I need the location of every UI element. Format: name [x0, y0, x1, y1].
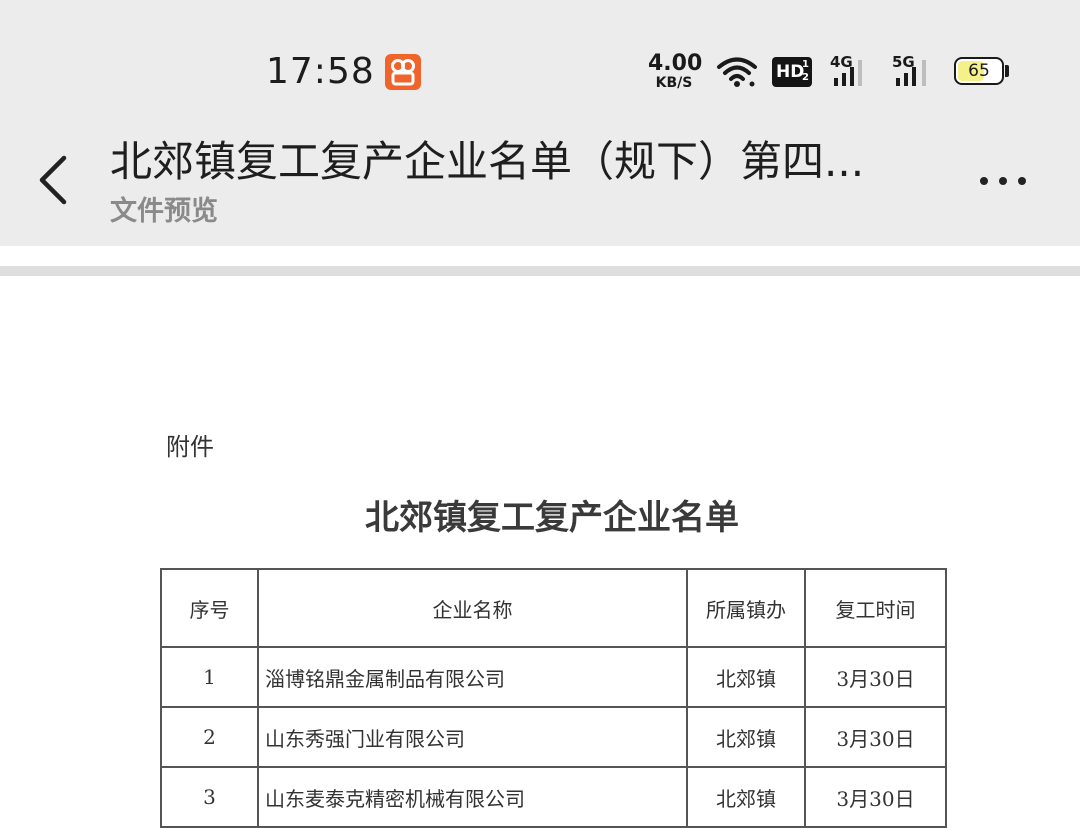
signal-5g-icon: 5G: [892, 54, 934, 88]
cell-no: 3: [160, 766, 259, 828]
signal-4g-icon: 4G: [830, 54, 870, 88]
attachment-label: 附件: [166, 433, 214, 461]
document-subtitle: 文件预览: [110, 196, 218, 227]
status-time: 17:58: [266, 51, 375, 92]
cell-town: 北郊镇: [686, 646, 806, 708]
table-header-row: 序号 企业名称 所属镇办 复工时间: [160, 568, 947, 648]
table-row: 1 淄博铭鼎金属制品有限公司 北郊镇 3月30日: [160, 646, 947, 708]
column-header-no: 序号: [160, 568, 259, 648]
app-notification-icon: [385, 54, 421, 90]
hd-voice-sup-bottom: 2: [802, 72, 809, 83]
hd-voice-sup-top: 1: [802, 59, 809, 70]
wifi-icon: [716, 56, 758, 92]
cell-town: 北郊镇: [686, 706, 806, 768]
document-title: 北郊镇复工复产企业名单（规下）第四...: [110, 137, 865, 186]
cell-company: 山东秀强门业有限公司: [257, 706, 688, 768]
cell-date: 3月30日: [804, 646, 947, 708]
company-table: 序号 企业名称 所属镇办 复工时间 1 淄博铭鼎金属制品有限公司 北郊镇 3月3…: [160, 568, 947, 828]
table-row: 2 山东秀强门业有限公司 北郊镇 3月30日: [160, 706, 947, 768]
app-chrome: 17:58 4.00 KB/S HD 1 2 4G 5G 65 北郊镇复工复产企…: [0, 0, 1080, 246]
cell-no: 2: [160, 706, 259, 768]
network-speed-unit: KB/S: [655, 75, 693, 91]
header-divider: [0, 266, 1080, 276]
battery-level: 65: [968, 61, 990, 81]
column-header-town: 所属镇办: [686, 568, 806, 648]
cell-date: 3月30日: [804, 766, 947, 828]
document-heading: 北郊镇复工复产企业名单: [365, 498, 739, 538]
document-preview[interactable]: 附件 北郊镇复工复产企业名单 序号 企业名称 所属镇办 复工时间 1 淄博铭鼎金…: [0, 276, 1080, 828]
more-options-button[interactable]: [968, 160, 1038, 200]
battery-tip: [1005, 65, 1009, 77]
cell-date: 3月30日: [804, 706, 947, 768]
network-speed-value: 4.00: [648, 51, 703, 76]
back-button[interactable]: [30, 148, 78, 212]
status-bar: 17:58 4.00 KB/S HD 1 2 4G 5G 65: [0, 0, 1080, 118]
battery-icon: 65: [954, 57, 1004, 85]
chevron-left-icon: [39, 155, 67, 205]
more-horizontal-icon: [980, 177, 1026, 185]
network-speed: 4.00 KB/S: [648, 51, 703, 91]
hd-voice-icon: HD 1 2: [772, 57, 812, 87]
cell-no: 1: [160, 646, 259, 708]
cell-town: 北郊镇: [686, 766, 806, 828]
table-row: 3 山东麦泰克精密机械有限公司 北郊镇 3月30日: [160, 766, 947, 828]
column-header-date: 复工时间: [804, 568, 947, 648]
cell-company: 山东麦泰克精密机械有限公司: [257, 766, 688, 828]
cell-company: 淄博铭鼎金属制品有限公司: [257, 646, 688, 708]
column-header-company: 企业名称: [257, 568, 688, 648]
hd-voice-label: HD: [776, 62, 805, 82]
